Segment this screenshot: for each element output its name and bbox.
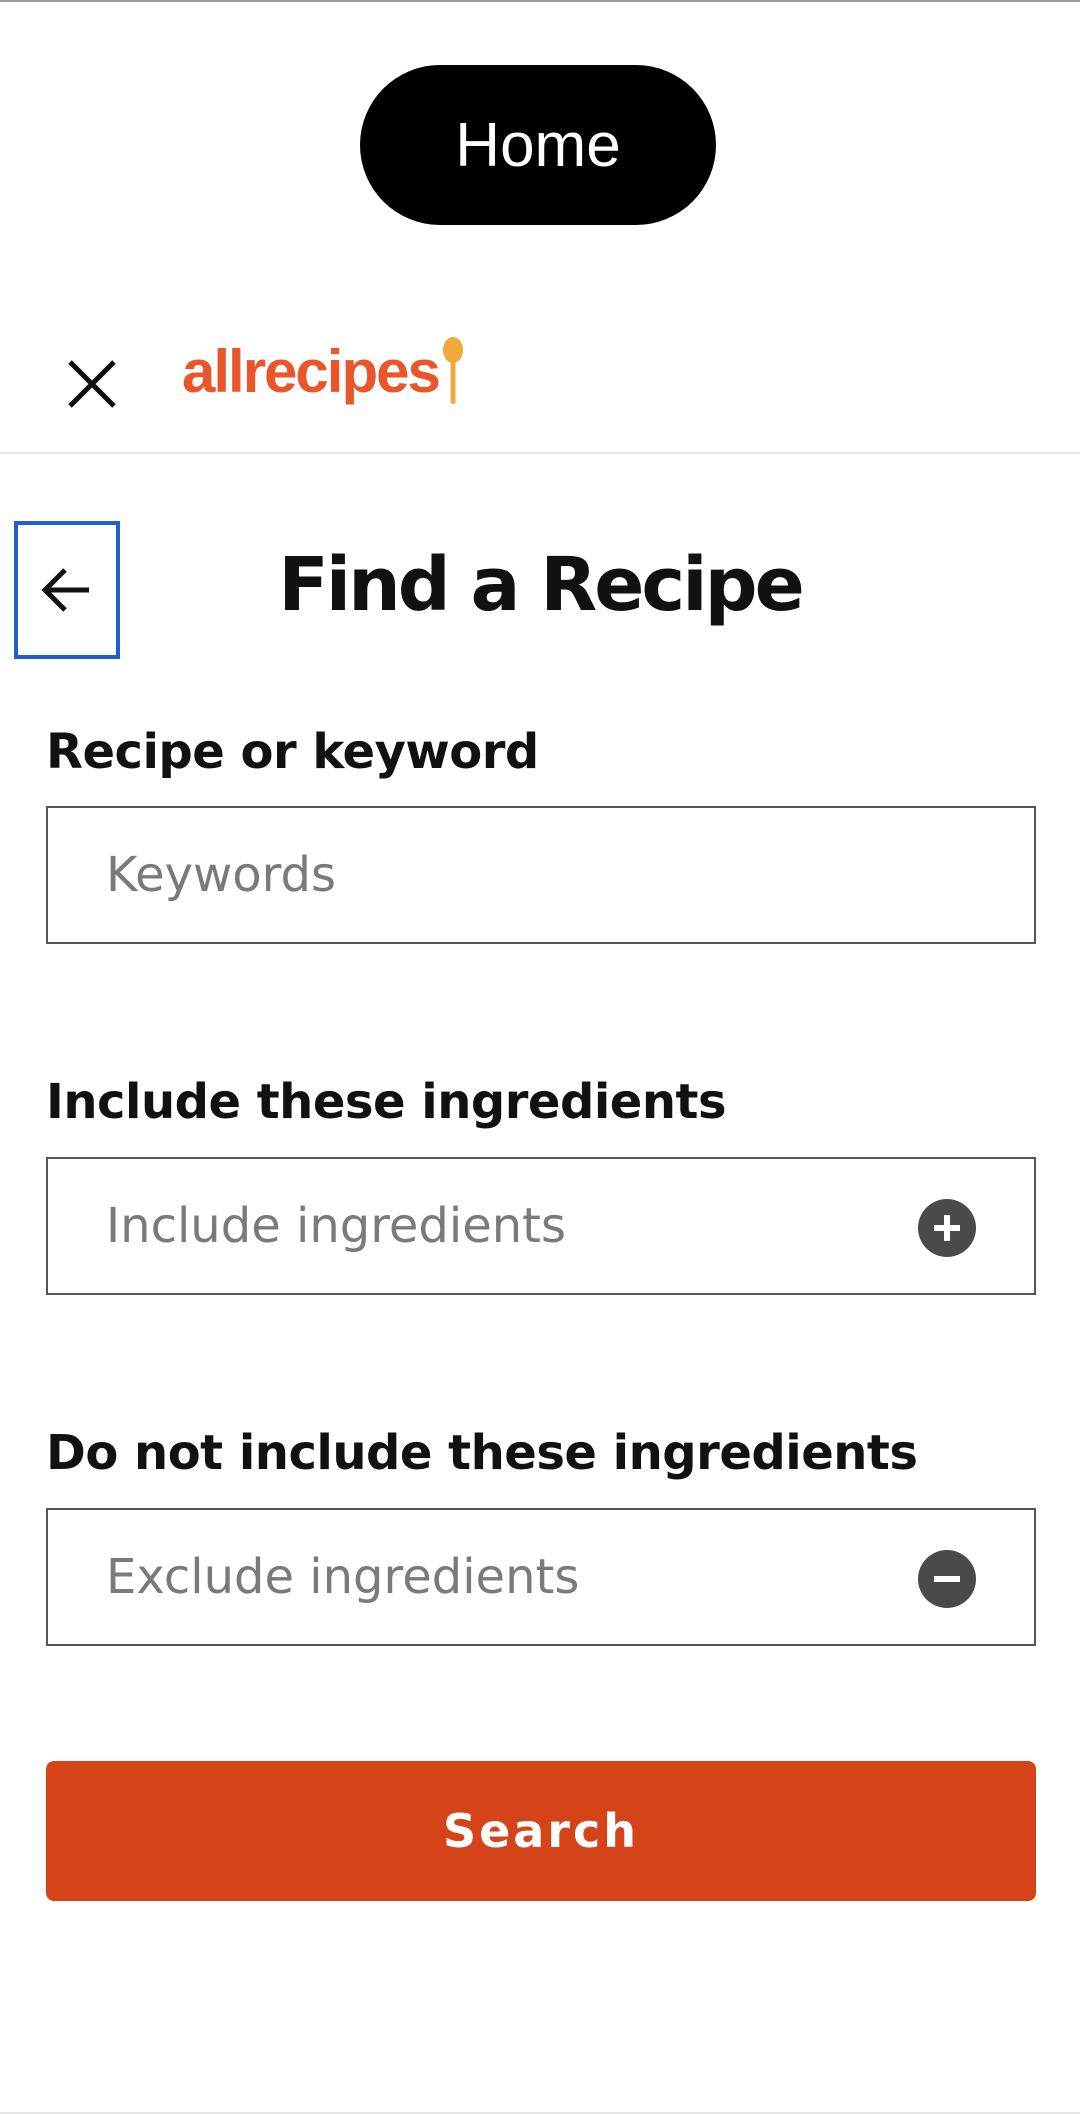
back-button[interactable]: [14, 521, 120, 659]
minus-circle-icon: [934, 1576, 960, 1582]
include-ingredients-input[interactable]: Include ingredients: [46, 1157, 1036, 1295]
search-button[interactable]: Search: [46, 1761, 1036, 1901]
spoon-icon: [442, 337, 463, 404]
add-ingredient-button[interactable]: [918, 1199, 976, 1257]
include-label: Include these ingredients: [46, 1074, 727, 1130]
exclude-ingredients-input[interactable]: Exclude ingredients: [46, 1508, 1036, 1646]
close-icon: [68, 360, 116, 408]
keyword-placeholder: Keywords: [106, 847, 337, 903]
site-header: allrecipes: [0, 300, 1080, 454]
arrow-left-icon: [41, 568, 89, 612]
allrecipes-logo[interactable]: allrecipes: [182, 320, 465, 420]
plus-circle-icon: [934, 1215, 960, 1241]
page-title: Find a Recipe: [278, 542, 805, 628]
home-button[interactable]: Home: [360, 65, 716, 225]
remove-ingredient-button[interactable]: [918, 1550, 976, 1608]
exclude-label: Do not include these ingredients: [46, 1425, 918, 1481]
top-divider: [0, 0, 1080, 2]
include-placeholder: Include ingredients: [106, 1198, 567, 1254]
exclude-placeholder: Exclude ingredients: [106, 1549, 580, 1605]
logo-text: allrecipes: [182, 338, 441, 405]
keyword-label: Recipe or keyword: [46, 724, 539, 780]
keyword-input[interactable]: Keywords: [46, 806, 1036, 944]
close-button[interactable]: [48, 340, 136, 428]
